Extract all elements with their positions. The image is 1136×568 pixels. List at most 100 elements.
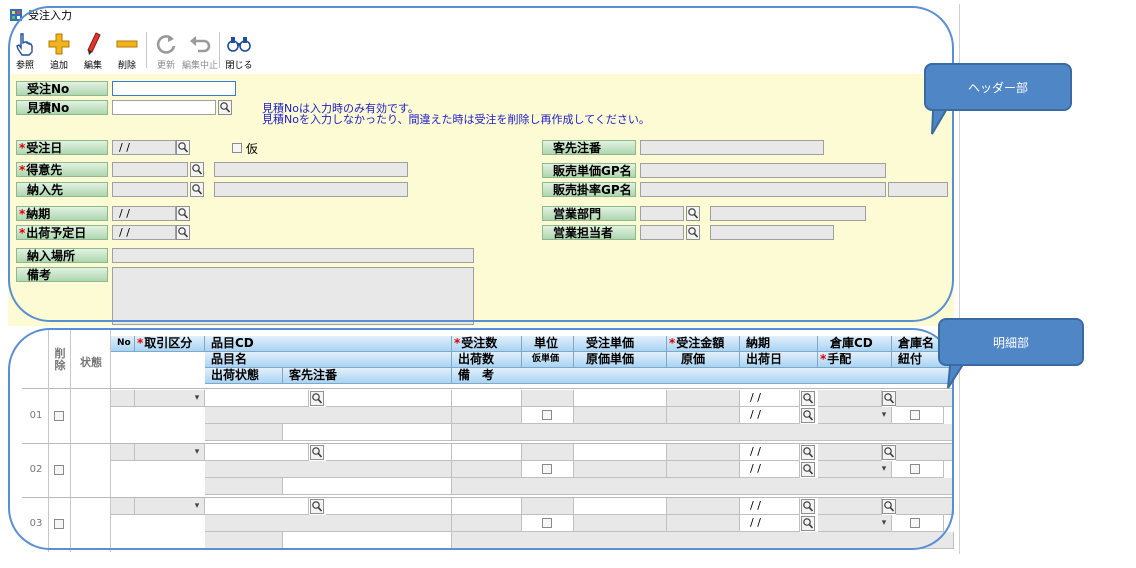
torihiki-kubun-select[interactable]: ▾ xyxy=(135,498,205,515)
noki-date-input[interactable]: / / xyxy=(740,498,800,515)
kyakusaki-chuban-field[interactable] xyxy=(283,532,452,549)
chevron-down-icon: ▾ xyxy=(881,410,887,420)
shukkabi-calendar-button[interactable] xyxy=(801,462,815,477)
nonyusaki-search-button[interactable] xyxy=(190,182,204,197)
biko-field[interactable] xyxy=(452,532,954,549)
juchu-tanka-input[interactable] xyxy=(574,498,667,515)
torihiki-kubun-select[interactable]: ▾ xyxy=(135,390,205,407)
label-tokuisaki: *得意先 xyxy=(16,162,108,177)
soko-search-button[interactable] xyxy=(882,391,896,406)
col-genka-tanka-header: 原価単価 xyxy=(574,352,667,368)
eigyo-bumon-code-input[interactable] xyxy=(640,206,684,221)
juchu-tanka-input[interactable] xyxy=(574,390,667,407)
tani-field xyxy=(522,444,574,461)
shukkabi-date-input[interactable]: / / xyxy=(740,461,800,478)
shukkabi-calendar-button[interactable] xyxy=(801,516,815,531)
shukka-yotei-date-input[interactable]: / / xyxy=(112,225,176,240)
noki-date-input[interactable]: / / xyxy=(112,206,176,221)
hinmoku-cd-input[interactable] xyxy=(205,498,309,515)
hinmoku-cd-input[interactable] xyxy=(205,444,309,461)
eigyo-tanto-code-input[interactable] xyxy=(640,225,684,240)
tokuisaki-code-input[interactable] xyxy=(112,162,188,177)
kari-tanka-checkbox[interactable] xyxy=(542,464,552,474)
soko-cd-input[interactable] xyxy=(818,390,882,407)
delete-button[interactable]: 削除 xyxy=(110,28,144,72)
row-number: 02 xyxy=(29,464,43,475)
soko-mei-field xyxy=(896,444,954,461)
noki-date-input[interactable]: / / xyxy=(740,390,800,407)
row-no-cell[interactable] xyxy=(111,498,135,515)
soko-search-button[interactable] xyxy=(882,499,896,514)
noki-calendar-button[interactable] xyxy=(801,391,815,406)
hanbai-kakeritsu-gp-field xyxy=(640,182,886,197)
noki-calendar-button[interactable] xyxy=(176,206,190,221)
row-no-cell[interactable] xyxy=(111,390,135,407)
eigyo-tanto-search-button[interactable] xyxy=(686,225,700,240)
juchu-su-input[interactable] xyxy=(452,390,522,407)
row-delete-checkbox[interactable] xyxy=(54,519,64,529)
tehai-select[interactable]: ▾ xyxy=(818,515,892,532)
soko-cd-input[interactable] xyxy=(818,444,882,461)
hinmoku-search-button[interactable] xyxy=(310,391,324,406)
col-no-header: No xyxy=(111,336,135,352)
row-no-cell[interactable] xyxy=(111,444,135,461)
edit-button[interactable]: 編集 xyxy=(76,28,110,72)
add-button[interactable]: 追加 xyxy=(42,28,76,72)
kyakusaki-chuban-field[interactable] xyxy=(283,424,452,441)
biko-textarea[interactable] xyxy=(112,267,474,325)
himozuke-checkbox[interactable] xyxy=(910,410,920,420)
shukkabi-calendar-button[interactable] xyxy=(801,408,815,423)
add-button-label: 追加 xyxy=(49,61,68,71)
shukka-yotei-calendar-button[interactable] xyxy=(176,225,190,240)
kari-tanka-checkbox[interactable] xyxy=(542,518,552,528)
tehai-select[interactable]: ▾ xyxy=(818,461,892,478)
himozuke-cell xyxy=(892,515,944,532)
noki-calendar-button[interactable] xyxy=(801,499,815,514)
juchu-su-input[interactable] xyxy=(452,444,522,461)
juchu-no-input[interactable] xyxy=(112,81,236,96)
soko-cd-input[interactable] xyxy=(818,498,882,515)
kari-tanka-checkbox[interactable] xyxy=(542,410,552,420)
col-tani-header: 単位 xyxy=(522,336,574,352)
kari-checkbox[interactable] xyxy=(232,143,242,153)
eigyo-bumon-search-button[interactable] xyxy=(686,206,700,221)
hinmoku-cd-input[interactable] xyxy=(205,390,309,407)
col-tehai-header: *手配 xyxy=(818,352,892,368)
tehai-select[interactable]: ▾ xyxy=(818,407,892,424)
row-delete-checkbox[interactable] xyxy=(54,465,64,475)
juchubi-calendar-button[interactable] xyxy=(176,140,190,155)
shukkabi-date-input[interactable]: / / xyxy=(740,407,800,424)
mitsumori-no-input[interactable] xyxy=(112,100,216,115)
biko-field[interactable] xyxy=(452,424,954,441)
himozuke-checkbox[interactable] xyxy=(910,518,920,528)
himozuke-checkbox[interactable] xyxy=(910,464,920,474)
update-button[interactable]: 更新 xyxy=(149,28,183,72)
noki-date-input[interactable]: / / xyxy=(740,444,800,461)
kyakusaki-chuban-input[interactable] xyxy=(640,140,824,155)
genka-field xyxy=(667,515,740,532)
torihiki-kubun-select[interactable]: ▾ xyxy=(135,444,205,461)
pointer-hand-icon xyxy=(12,31,38,57)
undo-icon xyxy=(187,31,213,57)
close-button[interactable]: 閉じる xyxy=(222,28,256,72)
refer-button[interactable]: 参照 xyxy=(8,28,42,72)
nonyusaki-code-input[interactable] xyxy=(112,182,188,197)
juchubi-date-input[interactable]: / / xyxy=(112,140,176,155)
mitsumori-search-button[interactable] xyxy=(218,100,232,115)
shukkabi-date-input[interactable]: / / xyxy=(740,515,800,532)
juchu-tanka-input[interactable] xyxy=(574,444,667,461)
col-juchu-su-header: *受注数 xyxy=(452,336,522,352)
kyakusaki-chuban-field[interactable] xyxy=(283,478,452,495)
nonyu-basho-input[interactable] xyxy=(112,248,474,263)
juchu-su-input[interactable] xyxy=(452,498,522,515)
hinmoku-search-button[interactable] xyxy=(310,499,324,514)
soko-search-button[interactable] xyxy=(882,445,896,460)
tokuisaki-search-button[interactable] xyxy=(190,162,204,177)
row-delete-checkbox[interactable] xyxy=(54,411,64,421)
biko-field[interactable] xyxy=(452,478,954,495)
noki-calendar-button[interactable] xyxy=(801,445,815,460)
plus-icon xyxy=(46,31,72,57)
cancel-edit-button[interactable]: 編集中止 xyxy=(182,28,218,72)
hinmoku-search-button[interactable] xyxy=(310,445,324,460)
col-status-header: 状態 xyxy=(80,356,102,369)
